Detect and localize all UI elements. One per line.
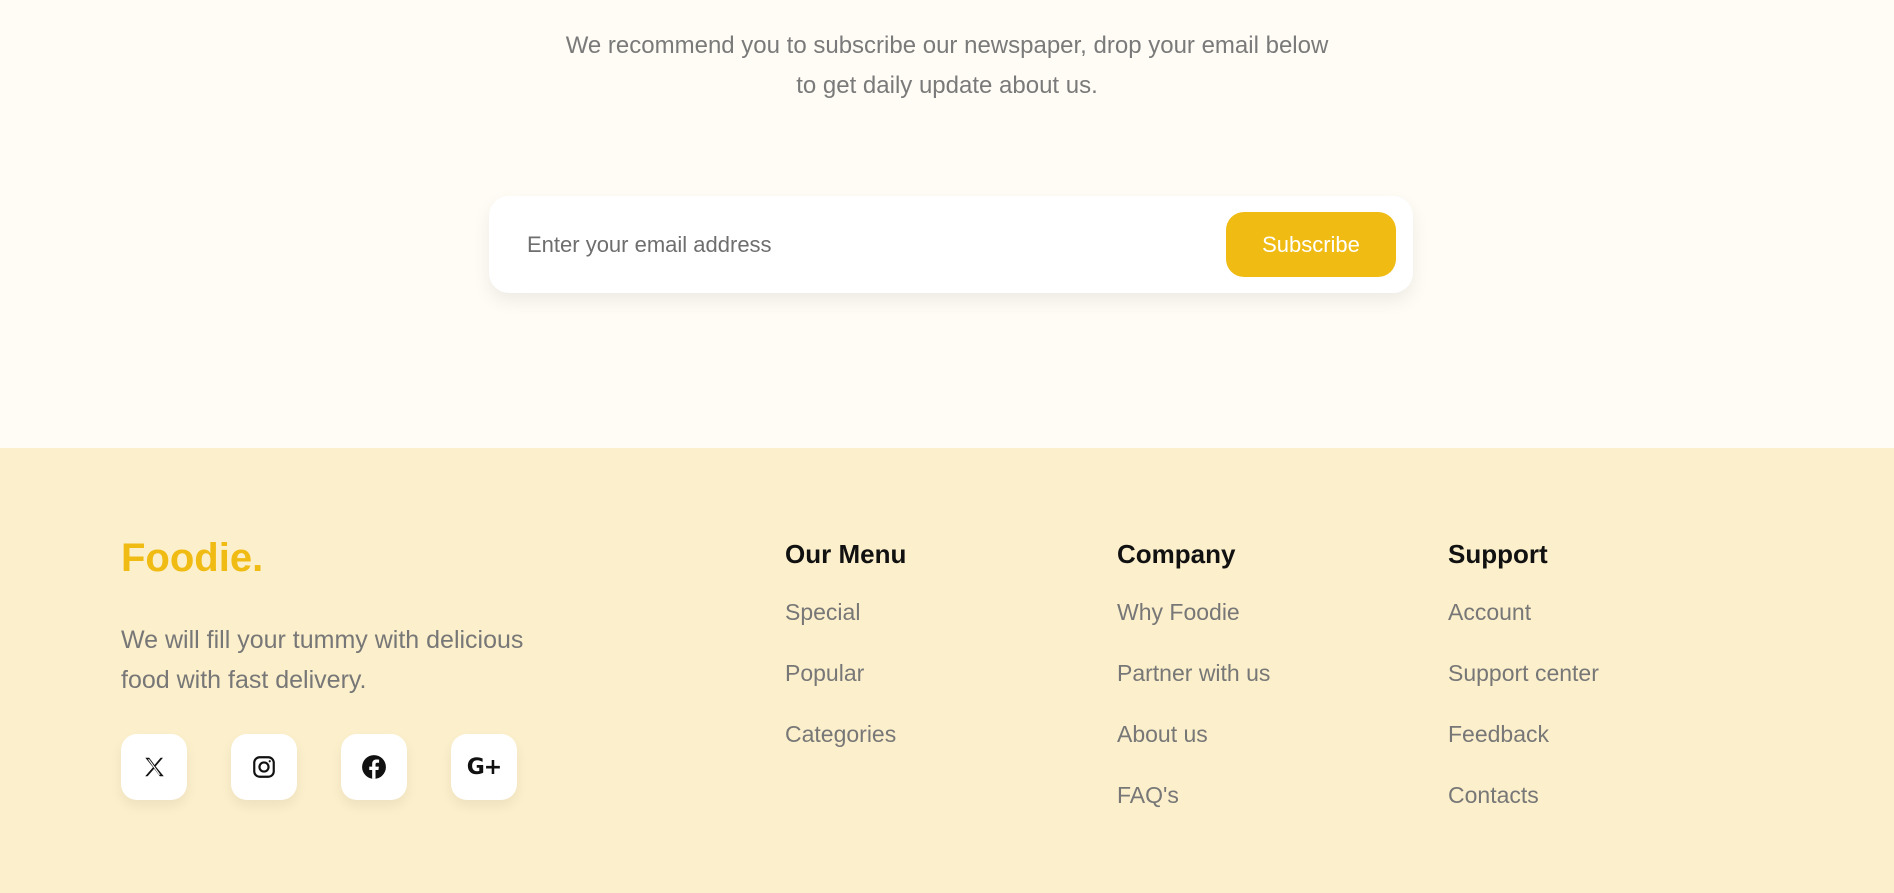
footer-link-categories[interactable]: Categories (785, 721, 896, 747)
google-plus-icon: G+ (466, 754, 502, 780)
column-title: Company (1117, 539, 1236, 569)
facebook-icon (362, 755, 386, 779)
x-twitter-icon (145, 757, 164, 777)
instagram-link[interactable] (231, 734, 297, 800)
footer-link-contacts[interactable]: Contacts (1448, 782, 1539, 808)
footer-link-faqs[interactable]: FAQ's (1117, 782, 1179, 808)
footer-link-why-foodie[interactable]: Why Foodie (1117, 599, 1240, 625)
footer-column-support: Support Account Support center Feedback … (1448, 534, 1599, 841)
subscribe-button[interactable]: Subscribe (1226, 212, 1396, 277)
newsletter-text-line: to get daily update about us. (796, 72, 1098, 99)
footer-link-feedback[interactable]: Feedback (1448, 721, 1549, 747)
brand-logo[interactable]: Foodie. (121, 536, 263, 581)
footer-column-our-menu: Our Menu Special Popular Categories (785, 534, 906, 780)
facebook-link[interactable] (341, 734, 407, 800)
newsletter-text-line: We recommend you to subscribe our newspa… (565, 32, 1329, 59)
footer-link-partner[interactable]: Partner with us (1117, 660, 1270, 686)
tagline-line: We will fill your tummy with delicious (121, 626, 524, 654)
google-plus-link[interactable]: G+ (451, 734, 517, 800)
email-input[interactable] (527, 220, 1217, 270)
footer-link-popular[interactable]: Popular (785, 660, 864, 686)
brand-tagline: We will fill your tummy with delicious f… (121, 620, 541, 700)
footer-link-support-center[interactable]: Support center (1448, 660, 1599, 686)
newsletter-section: We recommend you to subscribe our newspa… (0, 0, 1894, 448)
instagram-icon (253, 756, 275, 778)
footer-link-special[interactable]: Special (785, 599, 860, 625)
x-twitter-link[interactable] (121, 734, 187, 800)
column-title: Support (1448, 539, 1548, 569)
newsletter-description: We recommend you to subscribe our newspa… (0, 26, 1894, 106)
footer-column-company: Company Why Foodie Partner with us About… (1117, 534, 1270, 841)
subscribe-form: Subscribe (489, 196, 1413, 293)
footer: Foodie. We will fill your tummy with del… (0, 448, 1894, 893)
column-title: Our Menu (785, 539, 907, 569)
footer-link-about[interactable]: About us (1117, 721, 1208, 747)
footer-link-account[interactable]: Account (1448, 599, 1531, 625)
tagline-line: food with fast delivery. (121, 666, 367, 694)
